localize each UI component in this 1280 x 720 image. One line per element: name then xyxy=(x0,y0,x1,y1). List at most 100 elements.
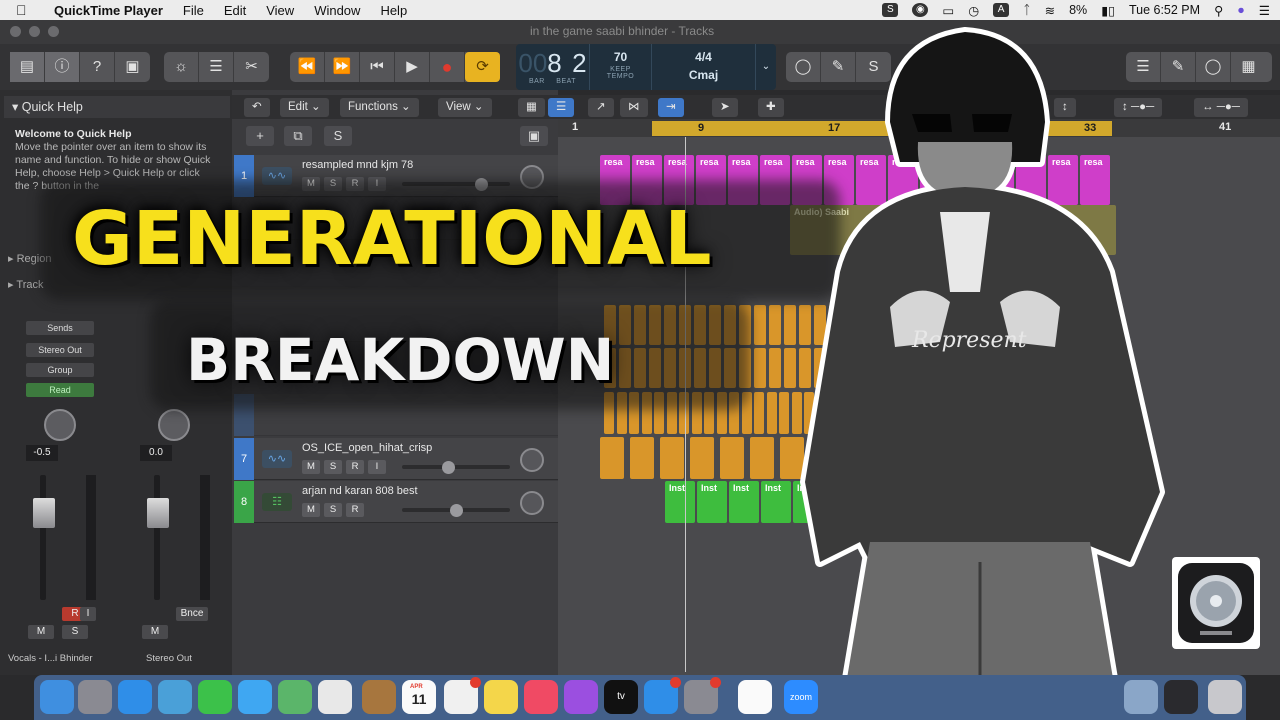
track-inspector-header[interactable]: ▸ Track xyxy=(8,278,43,291)
pan-knob[interactable] xyxy=(520,448,544,472)
finder-icon[interactable] xyxy=(40,680,74,714)
volume-slider-thumb[interactable] xyxy=(442,461,456,474)
close-window-button[interactable] xyxy=(10,26,21,37)
solo-button[interactable]: S xyxy=(324,460,342,474)
inspector-button[interactable]: ⓘ xyxy=(45,52,80,82)
region[interactable] xyxy=(690,437,714,479)
record-button[interactable]: ● xyxy=(430,52,465,82)
spotlight-icon[interactable]: ⚲ xyxy=(1214,3,1223,18)
track-name[interactable]: arjan nd karan 808 best xyxy=(302,485,418,497)
region[interactable] xyxy=(779,392,789,434)
pointer-tool-icon[interactable]: ➤ xyxy=(712,98,738,117)
track-inspector-icon[interactable]: ▣ xyxy=(520,126,548,146)
region[interactable]: Inst xyxy=(665,481,695,523)
edit-menu[interactable]: Edit ⌄ xyxy=(280,98,329,117)
app-icon[interactable] xyxy=(738,680,772,714)
pan-knob[interactable] xyxy=(44,409,76,441)
launchpad-icon[interactable] xyxy=(78,680,112,714)
facetime-icon[interactable] xyxy=(198,680,232,714)
app-store-icon[interactable] xyxy=(644,677,681,714)
minimize-window-button[interactable] xyxy=(29,26,40,37)
menu-help[interactable]: Help xyxy=(380,3,407,18)
pan-knob[interactable] xyxy=(520,491,544,515)
region[interactable] xyxy=(769,305,781,345)
menu-file[interactable]: File xyxy=(183,3,204,18)
automation-button[interactable]: Read xyxy=(26,383,94,397)
menu-view[interactable]: View xyxy=(266,3,294,18)
downloads-folder-icon[interactable] xyxy=(1124,680,1158,714)
quick-help-button[interactable]: ? xyxy=(80,52,115,82)
status-app-icon[interactable]: S xyxy=(882,3,899,17)
view-menu[interactable]: View ⌄ xyxy=(438,98,492,117)
menu-app-name[interactable]: QuickTime Player xyxy=(54,3,163,18)
preview-icon[interactable] xyxy=(158,680,192,714)
fast-forward-button[interactable]: ⏩ xyxy=(325,52,360,82)
duplicate-track-icon[interactable]: ⧉ xyxy=(284,126,312,146)
smart-controls-icon[interactable]: ☼ xyxy=(164,52,199,82)
maps-icon[interactable] xyxy=(278,680,312,714)
record-enable-button[interactable]: R xyxy=(346,503,364,517)
photos-icon[interactable] xyxy=(318,680,352,714)
trash-icon[interactable] xyxy=(1208,680,1242,714)
system-preferences-icon[interactable] xyxy=(684,677,721,714)
library-button[interactable]: ▤ xyxy=(10,52,45,82)
quick-help-header[interactable]: ▾ Quick Help xyxy=(4,96,230,118)
volume-fader-cap[interactable] xyxy=(33,498,55,528)
lcd-display[interactable]: 008 2 BAR BEAT 70 KEEP TEMPO 4/4 Cmaj ⌄ xyxy=(516,44,776,90)
airplay-icon[interactable]: ▭ xyxy=(942,3,954,18)
global-solo-button[interactable]: S xyxy=(324,126,352,146)
add-track-button[interactable]: + xyxy=(246,126,274,146)
notes-icon[interactable] xyxy=(484,680,518,714)
wifi-icon[interactable]: ≋ xyxy=(1045,3,1055,18)
input-monitor-button[interactable]: I xyxy=(368,460,386,474)
output-button[interactable]: Stereo Out xyxy=(26,343,94,357)
volume-fader-cap[interactable] xyxy=(147,498,169,528)
region[interactable] xyxy=(784,348,796,388)
calendar-icon[interactable]: APR 11 xyxy=(402,680,436,714)
list-view-icon[interactable]: ☰ xyxy=(548,98,575,117)
siri-icon[interactable]: ● xyxy=(1237,3,1245,17)
loop-browser-icon[interactable]: ◯ xyxy=(1196,52,1231,82)
cycle-button[interactable]: ⟳ xyxy=(465,52,500,82)
status-circle-icon[interactable]: ◉ xyxy=(912,3,929,17)
region[interactable] xyxy=(660,437,684,479)
mute-button[interactable]: M xyxy=(28,625,54,639)
catch-icon[interactable]: ⇥ xyxy=(658,98,684,117)
functions-menu[interactable]: Functions ⌄ xyxy=(340,98,419,117)
reminders-icon[interactable] xyxy=(444,677,481,714)
region[interactable] xyxy=(754,392,764,434)
apple-tv-icon[interactable]: tv xyxy=(604,680,638,714)
grid-view-icon[interactable]: ▦ xyxy=(518,98,545,117)
volume-slider[interactable] xyxy=(402,465,510,469)
region[interactable]: Inst xyxy=(729,481,759,523)
region[interactable] xyxy=(630,437,654,479)
solo-button[interactable]: S xyxy=(62,625,88,639)
menubar-clock[interactable]: Tue 6:52 PM xyxy=(1129,3,1200,17)
apple-menu-icon[interactable]:  xyxy=(16,2,38,18)
menu-edit[interactable]: Edit xyxy=(224,3,246,18)
region[interactable] xyxy=(600,437,624,479)
messages-icon[interactable] xyxy=(238,680,272,714)
music-icon[interactable] xyxy=(524,680,558,714)
play-button[interactable]: ▶ xyxy=(395,52,430,82)
bluetooth-icon[interactable]: ᛏ xyxy=(1023,3,1031,17)
battery-percent[interactable]: 8% xyxy=(1069,3,1087,17)
control-center-icon[interactable]: ☰ xyxy=(1259,3,1270,18)
track-name[interactable]: resampled mnd kjm 78 xyxy=(302,159,413,171)
region[interactable] xyxy=(720,437,744,479)
mixer-icon[interactable]: ☰ xyxy=(199,52,234,82)
mute-button[interactable]: M xyxy=(142,625,168,639)
track-name[interactable]: OS_ICE_open_hihat_crisp xyxy=(302,442,432,454)
safari-icon[interactable] xyxy=(118,680,152,714)
track-row[interactable]: 8 ☷ arjan nd karan 808 best M S R xyxy=(234,481,558,523)
bounce-button[interactable]: Bnce xyxy=(176,607,208,621)
toolbar-button[interactable]: ▣ xyxy=(115,52,150,82)
region[interactable] xyxy=(750,437,774,479)
record-enable-button[interactable]: R xyxy=(346,460,364,474)
pan-knob[interactable] xyxy=(158,409,190,441)
input-source-icon[interactable]: A xyxy=(993,3,1010,17)
automation-icon[interactable]: ↗ xyxy=(588,98,614,117)
zoom-window-button[interactable] xyxy=(48,26,59,37)
podcasts-icon[interactable] xyxy=(564,680,598,714)
region[interactable] xyxy=(754,348,766,388)
